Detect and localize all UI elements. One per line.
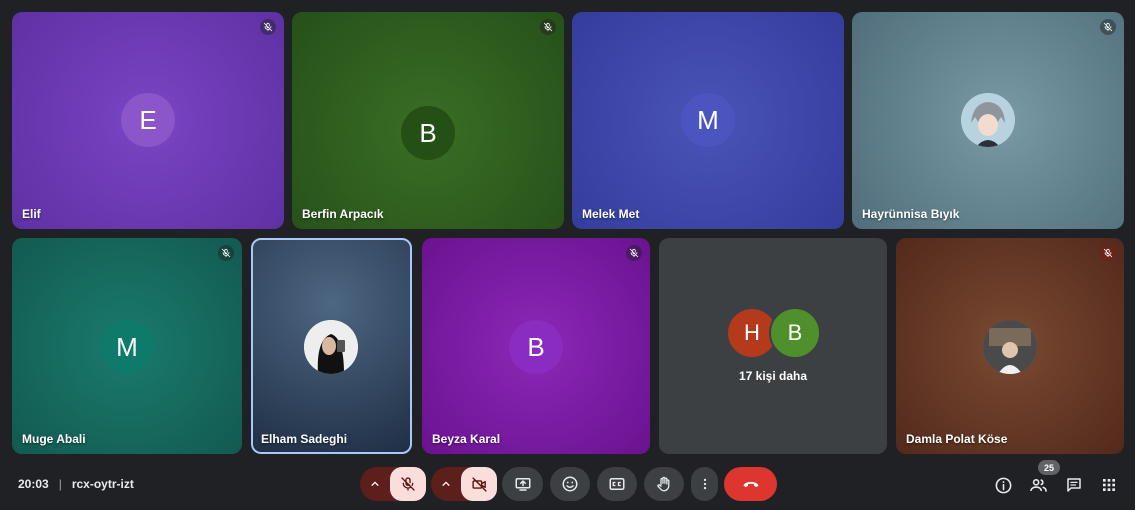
mic-options-button[interactable] — [360, 467, 390, 501]
meeting-info: 20:03 | rcx-oytr-izt — [18, 477, 134, 491]
profile-photo — [983, 320, 1037, 374]
mic-off-icon — [540, 19, 556, 35]
more-count-label: 17 kişi daha — [738, 369, 808, 383]
activities-button[interactable] — [1098, 474, 1120, 496]
participant-name: Melek Met — [582, 207, 640, 221]
mic-off-icon — [626, 245, 642, 261]
avatar: E — [121, 93, 175, 147]
more-participants-tile[interactable]: H B 17 kişi daha — [659, 238, 887, 454]
avatar: M — [100, 320, 154, 374]
chat-icon — [1067, 478, 1081, 492]
mic-off-icon — [401, 477, 415, 491]
camera-options-button[interactable] — [431, 467, 461, 501]
leave-call-button[interactable] — [724, 467, 777, 501]
separator: | — [58, 477, 62, 491]
chevron-up-icon — [442, 481, 450, 486]
avatar: M — [681, 93, 735, 147]
participant-name: Hayrünnisa Bıyık — [862, 207, 960, 221]
emoji-icon — [562, 476, 578, 492]
camera-toggle-button[interactable] — [461, 467, 497, 501]
mic-control-group — [360, 467, 426, 501]
more-options-button[interactable] — [691, 467, 718, 501]
participant-name: Elif — [22, 207, 41, 221]
avatar: B — [509, 320, 563, 374]
chevron-up-icon — [371, 481, 379, 486]
raise-hand-button[interactable] — [644, 467, 684, 501]
participant-name: Beyza Karal — [432, 432, 501, 446]
videocam-off-icon — [471, 476, 487, 492]
captions-icon — [609, 478, 625, 490]
present-icon — [515, 478, 530, 491]
profile-photo — [961, 93, 1015, 147]
participant-tile-muge-abali[interactable]: M Muge Abali — [12, 238, 242, 454]
meeting-code: rcx-oytr-izt — [71, 477, 134, 491]
info-icon — [995, 477, 1011, 493]
call-end-icon — [743, 481, 758, 487]
people-button[interactable] — [1027, 474, 1049, 496]
present-screen-button[interactable] — [502, 467, 543, 501]
participant-count-badge: 25 — [1038, 460, 1060, 475]
avatar: B — [401, 106, 455, 160]
participant-tile-elif[interactable]: E Elif — [12, 12, 284, 229]
participant-tile-hayrunnisa-biyik[interactable]: Hayrünnisa Bıyık — [852, 12, 1124, 229]
chat-button[interactable] — [1063, 474, 1085, 496]
meeting-details-button[interactable] — [992, 474, 1014, 496]
mic-toggle-button[interactable] — [390, 467, 426, 501]
meeting-time: 20:03 — [18, 477, 49, 491]
participant-tile-berfin-arpacik[interactable]: B Berfin Arpacık — [292, 12, 564, 229]
more-avatar-b: B — [769, 307, 821, 359]
mic-off-icon — [1100, 245, 1116, 261]
captions-button[interactable] — [597, 467, 637, 501]
more-vert-icon — [703, 478, 706, 490]
raise-hand-icon — [657, 476, 670, 492]
mic-off-icon — [218, 245, 234, 261]
mic-off-icon — [1100, 19, 1116, 35]
participant-name: Berfin Arpacık — [302, 207, 384, 221]
participant-name: Elham Sadeghi — [261, 432, 348, 446]
mic-off-icon — [260, 19, 276, 35]
send-reaction-button[interactable] — [550, 467, 590, 501]
participant-tile-elham-sadeghi[interactable]: Elham Sadeghi — [251, 238, 412, 454]
people-icon — [1029, 478, 1047, 492]
participant-tile-beyza-karal[interactable]: B Beyza Karal — [422, 238, 650, 454]
participant-tile-melek-met[interactable]: M Melek Met — [572, 12, 844, 229]
camera-control-group — [431, 467, 497, 501]
participant-name: Damla Polat Köse — [906, 432, 1008, 446]
profile-photo — [304, 320, 358, 374]
participant-name: Muge Abali — [22, 432, 86, 446]
participant-tile-damla-polat-kose[interactable]: Damla Polat Köse — [896, 238, 1124, 454]
apps-icon — [1103, 479, 1115, 491]
